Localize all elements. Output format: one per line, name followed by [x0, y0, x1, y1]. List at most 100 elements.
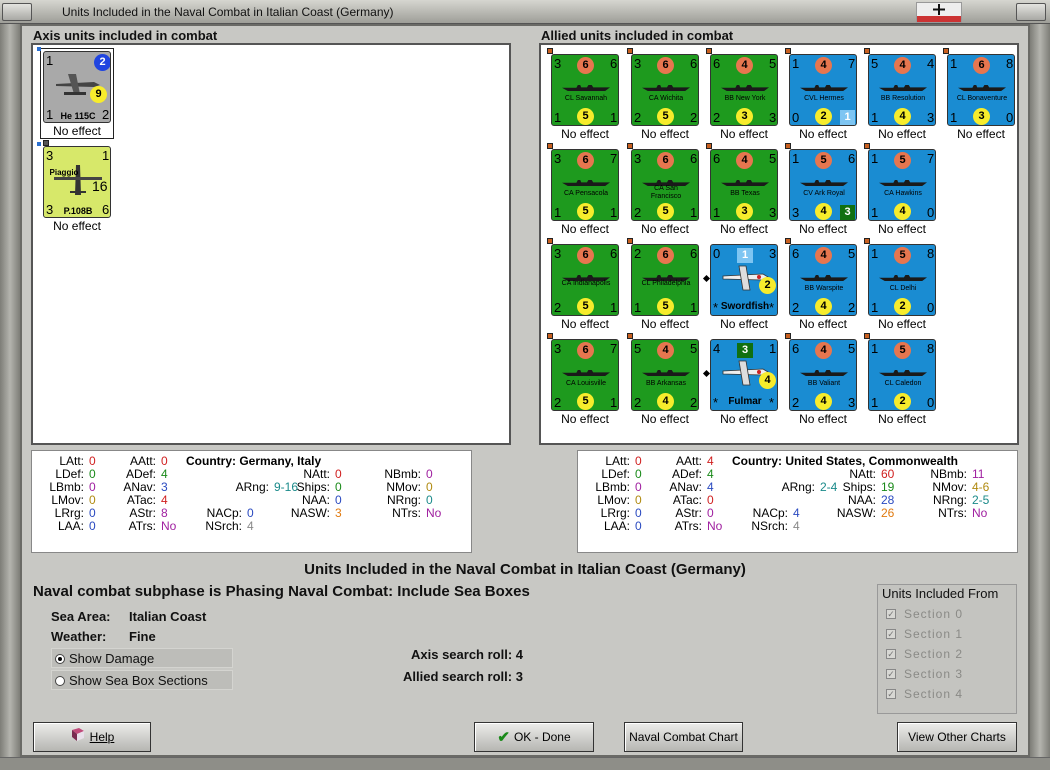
- axis-search-roll: Axis search roll: 4: [411, 647, 523, 662]
- unit-stat-bl: 2: [554, 395, 562, 410]
- unit-stat-bottom: 4: [815, 298, 832, 315]
- title-bar: Units Included in the Naval Combat in It…: [0, 0, 1050, 24]
- unit-counter: 4 3 1 Fulmar * 4 *: [710, 339, 778, 411]
- allied-unit[interactable]: 3 6 6 CL Savannah 1 5 1 No effect: [547, 48, 623, 143]
- close-button[interactable]: [1016, 3, 1046, 21]
- section-checkbox[interactable]: ✓: [886, 629, 896, 639]
- unit-stat-top: 6: [657, 247, 674, 264]
- unit-stat-tl: 3: [554, 56, 562, 71]
- section-checkbox-label: Section 4: [904, 687, 964, 701]
- unit-stat-bottom: 4: [894, 108, 911, 125]
- allied-unit[interactable]: 1 5 7 CA Hawkins 1 4 0 No effect: [864, 143, 940, 238]
- unit-stat-bl: 1: [554, 110, 562, 125]
- unit-stat-tl: 3: [634, 56, 642, 71]
- unit-status: No effect: [720, 317, 768, 331]
- unit-stat-top: 5: [894, 247, 911, 264]
- unit-stat-tl: 3: [554, 151, 562, 166]
- allied-unit[interactable]: 6 4 5 BB New York 2 3 3 No effect: [706, 48, 782, 143]
- show-damage-option[interactable]: Show Damage: [51, 648, 233, 668]
- section-checkbox[interactable]: ✓: [886, 649, 896, 659]
- unit-name: CV Ark Royal: [803, 190, 845, 197]
- unit-stat-bottom: 2: [815, 108, 832, 125]
- unit-stat-bottom: 5: [657, 298, 674, 315]
- allied-unit[interactable]: 5 4 4 BB Resolution 1 4 3 No effect: [864, 48, 940, 143]
- ship-icon: [562, 85, 610, 91]
- allied-unit[interactable]: 6 4 5 BB Valiant 2 4 3 No effect: [785, 333, 861, 428]
- marker-icon: [943, 48, 949, 54]
- allied-unit[interactable]: 3 6 7 CA Louisville 2 5 1 No effect: [547, 333, 623, 428]
- unit-name: CA San Francisco: [650, 185, 682, 200]
- unit-name: CVL Hermes: [804, 95, 844, 102]
- unit-stat-bottom: 5: [577, 108, 594, 125]
- unit-stat-top: 5: [894, 152, 911, 169]
- allied-unit[interactable]: 3 6 6 CA Wichita 2 5 2 No effect: [627, 48, 703, 143]
- unit-stat-bl: 1: [871, 205, 879, 220]
- section-checkbox[interactable]: ✓: [886, 689, 896, 699]
- stat-value-atrs: No: [161, 519, 177, 533]
- book-icon: [70, 724, 86, 752]
- section-checkbox[interactable]: ✓: [886, 609, 896, 619]
- window-title: Units Included in the Naval Combat in It…: [62, 5, 394, 19]
- ship-icon: [562, 370, 610, 376]
- marker-icon: [547, 238, 553, 244]
- system-menu-button[interactable]: [2, 3, 32, 21]
- axis-unit-p108b[interactable]: 3 1 Piaggio 16 3 P.108B 6 No effect: [37, 140, 115, 235]
- unit-stat-tr: 5: [690, 341, 698, 356]
- unit-stat-tr: 6: [610, 246, 618, 261]
- allied-unit[interactable]: 1 5 8 CL Delhi 1 2 0 No effect: [864, 238, 940, 333]
- stat-label-nasw: NASW:: [836, 506, 876, 520]
- marker-icon: [864, 238, 870, 244]
- unit-name: BB Arkansas: [645, 380, 687, 387]
- section-checkbox[interactable]: ✓: [886, 669, 896, 679]
- allied-unit[interactable]: 1 4 7 CVL Hermes 0 2 1 No effect: [785, 48, 861, 143]
- unit-stat-tl: 1: [792, 56, 800, 71]
- stat-value-nsrch: 4: [793, 519, 800, 533]
- axis-unit-he115c[interactable]: 1 2 9 1 He 115C 2 No effect: [37, 45, 115, 140]
- help-button[interactable]: Help: [33, 722, 151, 752]
- unit-name: Fulmar: [728, 396, 762, 407]
- unit-stat-br: 3: [840, 205, 855, 220]
- unit-stat-top: 4: [815, 342, 832, 359]
- unit-stat-bl: 2: [634, 110, 642, 125]
- allied-unit[interactable]: 5 4 5 BB Arkansas 2 4 2 No effect: [627, 333, 703, 428]
- allied-unit[interactable]: 6 4 5 BB Texas 1 3 3 No effect: [706, 143, 782, 238]
- unit-stat-br: 3: [848, 395, 856, 410]
- allied-unit[interactable]: 3 6 6 CA Indianapolis 2 5 1 No effect: [547, 238, 623, 333]
- unit-stat-br: 0: [927, 205, 935, 220]
- allied-unit[interactable]: 3 6 6 CA San Francisco 2 5 1 No effect: [627, 143, 703, 238]
- allied-unit[interactable]: 1 5 8 CL Caledon 1 2 0 No effect: [864, 333, 940, 428]
- view-other-charts-button[interactable]: View Other Charts: [897, 722, 1017, 752]
- allied-unit[interactable]: 2 6 6 CL Philadelphia 1 5 1 No effect: [627, 238, 703, 333]
- unit-name: BB Resolution: [880, 95, 926, 102]
- unit-counter: 0 1 3 Swordfish * 2 *: [710, 244, 778, 316]
- show-sea-box-radio[interactable]: [55, 676, 65, 686]
- unit-stat-bottom: 2: [759, 277, 776, 294]
- unit-stat-bottom: 2: [894, 298, 911, 315]
- ok-done-button[interactable]: ✔ OK - Done: [474, 722, 594, 752]
- allied-unit[interactable]: 4 3 1 Fulmar * 4 * No effect: [702, 333, 782, 428]
- show-damage-radio[interactable]: [55, 654, 65, 664]
- country-label: Country: Germany, Italy: [186, 454, 322, 468]
- unit-stat-top: 4: [815, 247, 832, 264]
- unit-counter: 6 4 5 BB New York 2 3 3: [710, 54, 778, 126]
- stat-label-ntrs: NTrs:: [392, 506, 421, 520]
- allied-unit[interactable]: 1 5 6 CV Ark Royal 3 4 3 No effect: [785, 143, 861, 238]
- allied-unit[interactable]: 6 4 5 BB Warspite 2 4 2 No effect: [785, 238, 861, 333]
- stat-value-nsrch: 4: [247, 519, 254, 533]
- show-sea-box-option[interactable]: Show Sea Box Sections: [51, 670, 233, 690]
- stat-label-laa: LAA:: [57, 519, 84, 533]
- allied-unit[interactable]: 1 6 8 CL Bonaventure 1 3 0 No effect: [943, 48, 1019, 143]
- marker-icon: [785, 48, 791, 54]
- unit-status: No effect: [561, 222, 609, 236]
- allied-unit[interactable]: 3 6 7 CA Pensacola 1 5 1 No effect: [547, 143, 623, 238]
- sea-area-value: Italian Coast: [129, 609, 207, 624]
- naval-combat-chart-button[interactable]: Naval Combat Chart: [624, 722, 743, 752]
- marker-icon: [864, 48, 870, 54]
- unit-status: No effect: [720, 222, 768, 236]
- unit-stat-bottom: 5: [577, 298, 594, 315]
- unit-stat-tl: 1: [871, 151, 879, 166]
- ship-icon: [879, 85, 927, 91]
- unit-stat-br: 3: [927, 110, 935, 125]
- allied-unit[interactable]: 0 1 3 Swordfish * 2 * No effect: [702, 238, 782, 333]
- unit-stat-top: 6: [657, 152, 674, 169]
